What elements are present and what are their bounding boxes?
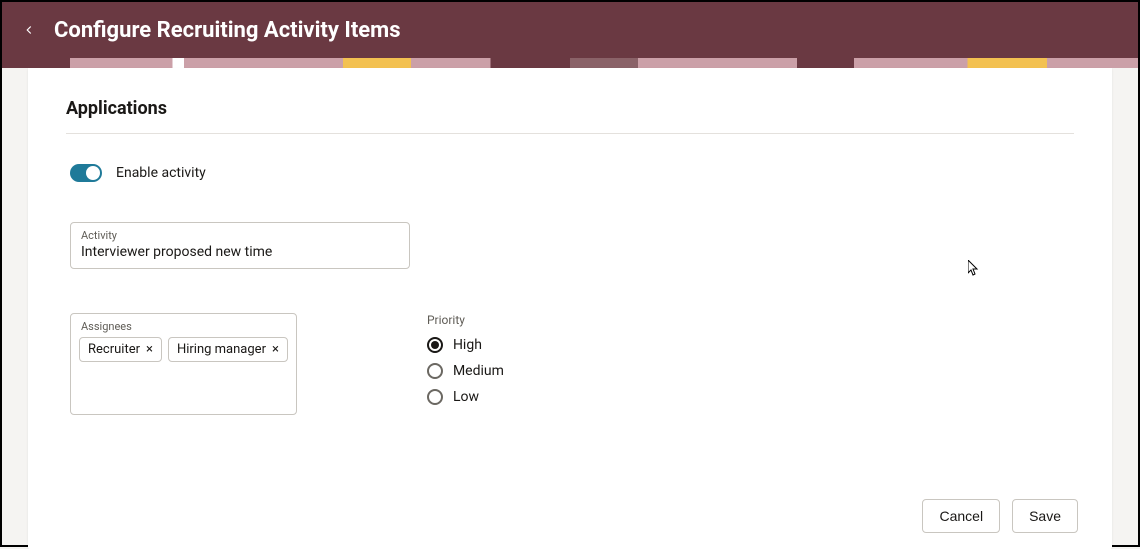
radio-icon xyxy=(427,389,443,405)
enable-activity-row: Enable activity xyxy=(70,164,1074,182)
priority-option-label: Medium xyxy=(453,363,504,379)
assignees-field[interactable]: Assignees Recruiter × Hiring manager × xyxy=(70,313,297,415)
assignee-chip: Recruiter × xyxy=(79,337,162,362)
priority-option-medium[interactable]: Medium xyxy=(427,363,504,379)
priority-option-low[interactable]: Low xyxy=(427,389,504,405)
remove-chip-icon[interactable]: × xyxy=(146,343,153,356)
priority-option-high[interactable]: High xyxy=(427,337,504,353)
cursor-icon xyxy=(968,260,980,280)
activity-field-value: Interviewer proposed new time xyxy=(81,244,399,260)
assignees-label: Assignees xyxy=(79,320,288,333)
assignees-chips: Recruiter × Hiring manager × xyxy=(79,337,288,362)
activity-field[interactable]: Activity Interviewer proposed new time xyxy=(70,222,410,269)
enable-activity-toggle[interactable] xyxy=(70,164,102,182)
chevron-left-icon xyxy=(22,23,36,37)
activity-field-label: Activity xyxy=(81,229,399,242)
cancel-button[interactable]: Cancel xyxy=(922,499,1000,533)
priority-option-label: Low xyxy=(453,389,479,405)
enable-activity-label: Enable activity xyxy=(116,165,206,181)
decorative-band xyxy=(2,58,1138,68)
assignee-chip-label: Hiring manager xyxy=(177,342,266,357)
back-button[interactable] xyxy=(22,23,36,37)
page-header: Configure Recruiting Activity Items xyxy=(2,2,1138,58)
lower-row: Assignees Recruiter × Hiring manager × P… xyxy=(70,313,1074,415)
remove-chip-icon[interactable]: × xyxy=(272,343,279,356)
assignee-chip: Hiring manager × xyxy=(168,337,288,362)
save-button[interactable]: Save xyxy=(1012,499,1078,533)
priority-group: Priority High Medium Low xyxy=(427,313,504,415)
assignee-chip-label: Recruiter xyxy=(88,342,140,357)
radio-icon xyxy=(427,363,443,379)
priority-option-label: High xyxy=(453,337,482,353)
footer-buttons: Cancel Save xyxy=(922,499,1078,533)
priority-label: Priority xyxy=(427,313,504,327)
section-heading: Applications xyxy=(66,98,1074,134)
page-title: Configure Recruiting Activity Items xyxy=(54,18,401,43)
main-card: Applications Enable activity Activity In… xyxy=(28,68,1112,549)
radio-icon xyxy=(427,337,443,353)
